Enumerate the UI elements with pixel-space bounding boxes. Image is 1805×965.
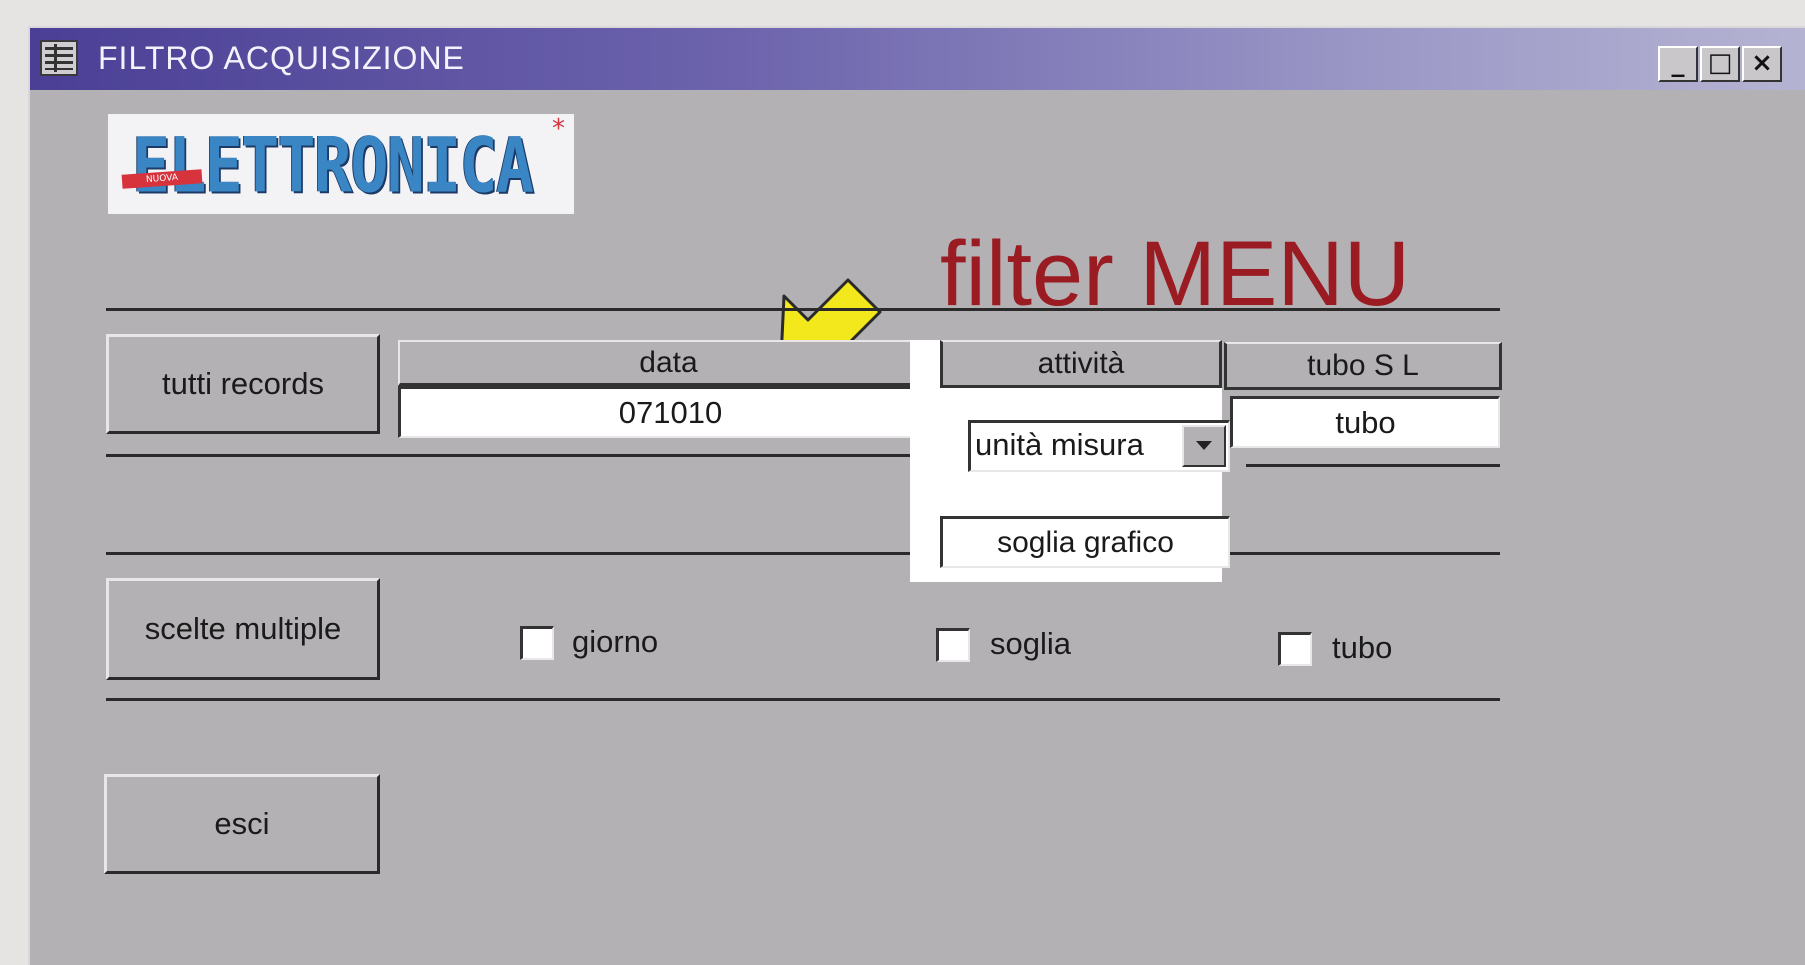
unit-measure-value: unità misura xyxy=(975,427,1144,462)
exit-button[interactable]: esci xyxy=(104,774,380,874)
day-checkbox-label: giorno xyxy=(572,624,659,659)
separator-line xyxy=(106,552,1500,555)
chart-threshold-field[interactable]: soglia grafico xyxy=(940,516,1230,568)
threshold-checkbox-label: soglia xyxy=(990,626,1071,661)
minimize-button[interactable]: _ xyxy=(1658,46,1698,82)
separator-line xyxy=(106,454,934,457)
activity-column-header: attività xyxy=(940,340,1222,388)
data-column-header: data xyxy=(398,340,940,386)
tube-field[interactable]: tubo xyxy=(1230,396,1500,448)
separator-line xyxy=(1246,464,1500,467)
tube-checkbox-label: tubo xyxy=(1332,630,1393,665)
all-records-button[interactable]: tutti records xyxy=(106,334,380,434)
form-icon[interactable] xyxy=(40,40,78,76)
separator-line xyxy=(106,308,1500,311)
close-button[interactable]: × xyxy=(1742,46,1782,82)
logo-text: ELETTRONICA xyxy=(132,121,534,210)
filter-window: FILTRO ACQUISIZIONE _ □ × ELETTRONICA NU… xyxy=(28,26,1805,965)
separator-line xyxy=(106,698,1500,701)
maximize-button[interactable]: □ xyxy=(1700,46,1740,82)
unit-measure-select[interactable]: unità misura xyxy=(968,420,1230,472)
multiple-choices-button[interactable]: scelte multiple xyxy=(106,578,380,680)
threshold-checkbox[interactable] xyxy=(936,628,970,662)
window-title: FILTRO ACQUISIZIONE xyxy=(98,40,465,76)
chevron-down-icon[interactable] xyxy=(1182,425,1226,467)
data-field[interactable]: 071010 xyxy=(398,386,942,438)
elettronica-logo: ELETTRONICA NUOVA * xyxy=(108,114,574,214)
title-bar[interactable]: FILTRO ACQUISIZIONE _ □ × xyxy=(30,28,1805,90)
day-checkbox[interactable] xyxy=(520,626,554,660)
logo-star: * xyxy=(552,114,565,144)
tube-column-header: tubo S L xyxy=(1224,342,1502,390)
tube-checkbox[interactable] xyxy=(1278,632,1312,666)
